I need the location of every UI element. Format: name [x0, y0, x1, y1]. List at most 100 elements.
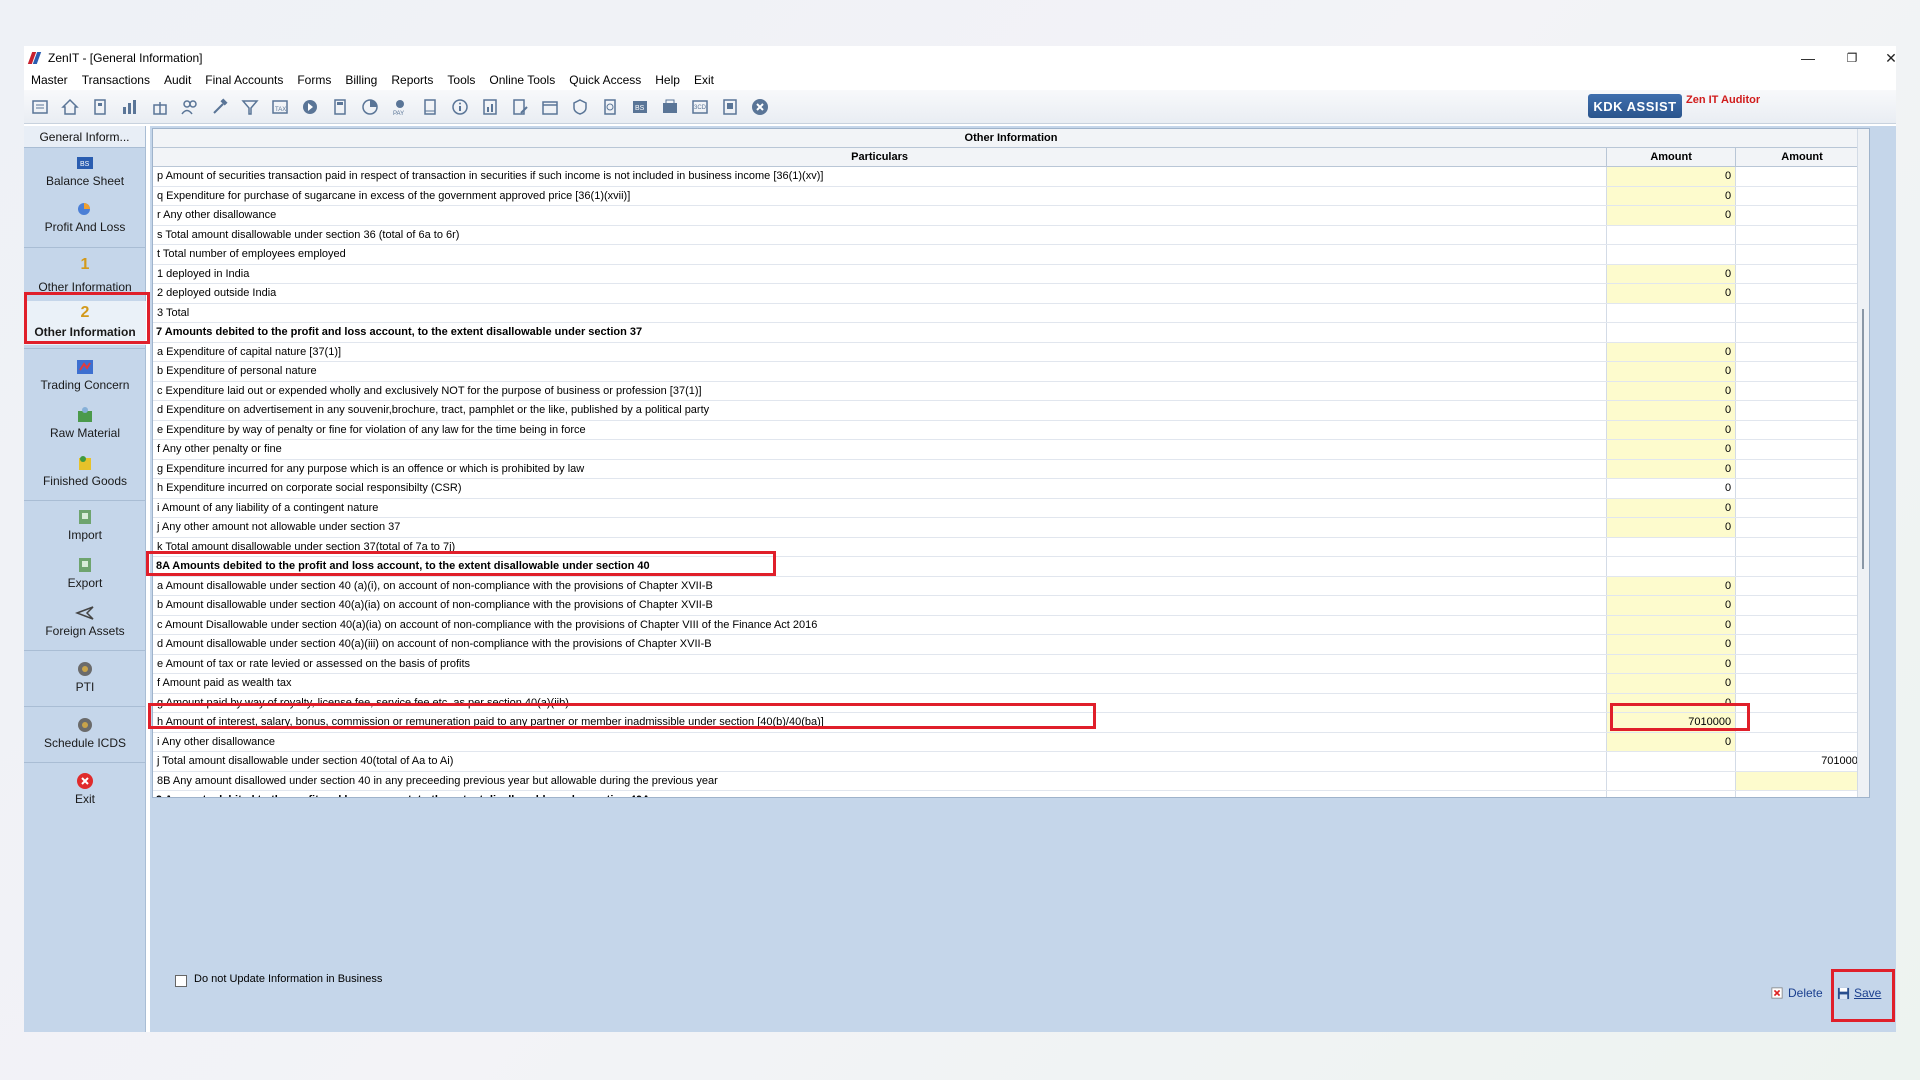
filter-icon[interactable]	[238, 95, 262, 119]
grid-scrollbar[interactable]	[1857, 129, 1869, 797]
menu-online-tools[interactable]: Online Tools	[482, 73, 562, 87]
menu-transactions[interactable]: Transactions	[75, 73, 157, 87]
sidebar-item-other-information-2[interactable]: 2 Other Information	[24, 301, 146, 345]
amount-header-2[interactable]: Amount	[1736, 148, 1869, 166]
amount-cell-1[interactable]: 7010000	[1607, 713, 1737, 732]
sidebar-item-trading-concern[interactable]: Trading Concern	[24, 356, 146, 400]
hammer-icon[interactable]	[208, 95, 232, 119]
book-icon[interactable]	[418, 95, 442, 119]
refresh-doc-icon[interactable]	[598, 95, 622, 119]
amount-cell-2	[1736, 654, 1869, 673]
sidebar-item-other-information-1[interactable]: 1 Other Information	[24, 250, 146, 298]
amount-cell-2	[1736, 576, 1869, 595]
kdk-assist-button[interactable]: KDK ASSIST	[1588, 94, 1682, 118]
sidebar-item-export[interactable]: Export	[24, 554, 146, 598]
amount-cell-1[interactable]: 0	[1607, 518, 1737, 537]
amount-cell-1[interactable]: 0	[1607, 401, 1737, 420]
building-icon[interactable]	[88, 95, 112, 119]
amount-cell-1[interactable]: 0	[1607, 596, 1737, 615]
users-icon[interactable]	[178, 95, 202, 119]
bar-chart-icon[interactable]	[118, 95, 142, 119]
grid-doc-icon[interactable]	[718, 95, 742, 119]
amount-cell-1	[1607, 771, 1737, 790]
sidebar-item-profit-and-loss[interactable]: Profit And Loss	[24, 198, 146, 242]
table-row: p Amount of securities transaction paid …	[153, 167, 1869, 187]
menu-forms[interactable]: Forms	[290, 73, 338, 87]
amount-cell-2	[1736, 479, 1869, 498]
amount-cell-2[interactable]: 0	[1736, 771, 1869, 790]
amount-cell-1[interactable]: 0	[1607, 167, 1737, 186]
particulars-cell: r Any other disallowance	[153, 206, 1608, 225]
menu-audit[interactable]: Audit	[157, 73, 198, 87]
minimize-button[interactable]: —	[1788, 46, 1828, 70]
restore-button[interactable]: ❐	[1832, 46, 1872, 70]
amount-cell-1[interactable]: 0	[1607, 206, 1737, 225]
amount-header-1[interactable]: Amount	[1607, 148, 1737, 166]
bs-icon[interactable]: BS	[628, 95, 652, 119]
open-icon[interactable]	[28, 95, 52, 119]
amount-cell-1[interactable]: 0	[1607, 362, 1737, 381]
close-circle-icon[interactable]	[748, 95, 772, 119]
amount-cell-1[interactable]: 0	[1607, 498, 1737, 517]
sidebar-item-balance-sheet[interactable]: BS Balance Sheet	[24, 152, 146, 196]
menu-final-accounts[interactable]: Final Accounts	[198, 73, 290, 87]
sidebar-item-pti[interactable]: PTI	[24, 658, 146, 702]
home-icon[interactable]	[58, 95, 82, 119]
particulars-header[interactable]: Particulars	[153, 148, 1608, 166]
amount-cell-1	[1607, 245, 1737, 264]
menu-billing[interactable]: Billing	[338, 73, 384, 87]
amount-cell-1[interactable]: 0	[1607, 654, 1737, 673]
delete-button[interactable]: Delete	[1770, 986, 1823, 1000]
menu-tools[interactable]: Tools	[440, 73, 482, 87]
sidebar-item-exit[interactable]: Exit	[24, 770, 146, 814]
edit-doc-icon[interactable]	[508, 95, 532, 119]
gift-icon[interactable]	[148, 95, 172, 119]
calculator-icon[interactable]	[328, 95, 352, 119]
sidebar-item-schedule-icds[interactable]: Schedule ICDS	[24, 714, 146, 758]
menu-exit[interactable]: Exit	[687, 73, 721, 87]
menu-quick-access[interactable]: Quick Access	[562, 73, 648, 87]
svg-text:TAX: TAX	[275, 107, 286, 113]
amount-cell-1[interactable]: 0	[1607, 615, 1737, 634]
amount-cell-1[interactable]: 0	[1607, 264, 1737, 283]
pay-icon[interactable]: PAY	[388, 95, 412, 119]
amount-cell-1[interactable]: 0	[1607, 674, 1737, 693]
amount-cell-1[interactable]: 0	[1607, 440, 1737, 459]
menu-master[interactable]: Master	[24, 73, 75, 87]
particulars-cell: h Amount of interest, salary, bonus, com…	[153, 713, 1608, 732]
amount-cell-2	[1736, 362, 1869, 381]
ledger-icon[interactable]	[658, 95, 682, 119]
sidebar-item-import[interactable]: Import	[24, 506, 146, 550]
report-icon[interactable]	[478, 95, 502, 119]
info-icon[interactable]	[448, 95, 472, 119]
pie-icon[interactable]	[358, 95, 382, 119]
menu-reports[interactable]: Reports	[384, 73, 440, 87]
amount-cell-1[interactable]: 0	[1607, 576, 1737, 595]
3cd-icon[interactable]: 3CD	[688, 95, 712, 119]
menu-help[interactable]: Help	[648, 73, 687, 87]
sidebar-item-raw-material[interactable]: Raw Material	[24, 404, 146, 448]
close-button[interactable]: ✕	[1876, 46, 1906, 70]
amount-cell-1[interactable]: 0	[1607, 459, 1737, 478]
amount-cell-1[interactable]: 0	[1607, 732, 1737, 751]
sidebar-item-foreign-assets[interactable]: Foreign Assets	[24, 602, 146, 646]
do-not-update-checkbox[interactable]	[175, 975, 187, 987]
zen-it-auditor-link[interactable]: Zen IT Auditor	[1686, 94, 1760, 106]
forward-icon[interactable]	[298, 95, 322, 119]
sidebar-item-finished-goods[interactable]: Finished Goods	[24, 452, 146, 496]
tax-icon[interactable]: TAX	[268, 95, 292, 119]
amount-cell-1[interactable]: 0	[1607, 284, 1737, 303]
amount-cell-1[interactable]: 0	[1607, 381, 1737, 400]
sidebar-header[interactable]: General Inform...	[24, 126, 145, 148]
amount-cell-1[interactable]: 0	[1607, 342, 1737, 361]
amount-cell-1[interactable]: 0	[1607, 693, 1737, 712]
scrollbar-thumb[interactable]	[1862, 309, 1864, 569]
save-button[interactable]: Save	[1836, 986, 1881, 1000]
shield-icon[interactable]	[568, 95, 592, 119]
amount-cell-1[interactable]: 0	[1607, 420, 1737, 439]
amount-cell-1[interactable]: 0	[1607, 186, 1737, 205]
amount-cell-1[interactable]: 0	[1607, 635, 1737, 654]
grid-header-row: Particulars Amount Amount	[153, 148, 1869, 167]
calendar-icon[interactable]	[538, 95, 562, 119]
amount-cell-1	[1607, 791, 1737, 797]
